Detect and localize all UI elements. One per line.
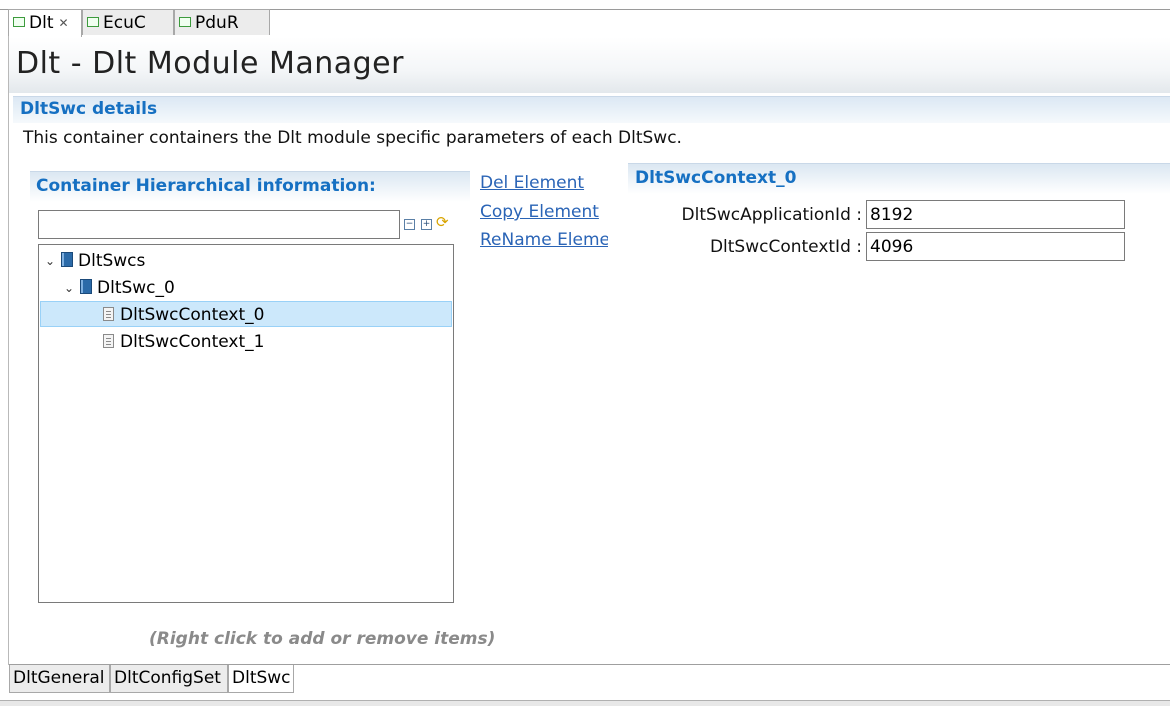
chevron-down-icon[interactable]: ⌄ [64,275,74,301]
document-icon [103,333,114,348]
container-tree[interactable]: ⌄ DltSwcs ⌄ DltSwc_0 DltSwcContext_0 DltSw… [38,244,454,603]
editor-tab-pdur[interactable]: PduR [174,9,270,35]
details-title: DltSwcContext_0 [635,168,797,188]
copy-element-link[interactable]: Copy Element [480,202,599,222]
tree-item-dltswccontext-1[interactable]: DltSwcContext_1 [103,329,264,355]
container-book-icon [61,252,73,267]
tree-filter-input[interactable] [38,210,400,239]
page-tab-dltconfigset[interactable]: DltConfigSet [110,665,228,693]
section-title: DltSwc details [20,99,158,119]
rename-element-link[interactable]: ReName Element [480,230,608,250]
document-icon [103,306,114,321]
section-header-band [13,96,1170,123]
section-description: This container containers the Dlt module… [23,128,682,148]
tree-item-dltswc-0[interactable]: ⌄ DltSwc_0 [64,275,175,301]
editor-tab-dlt[interactable]: Dlt ✕ [8,9,82,37]
module-file-icon [87,16,99,27]
application-id-input[interactable] [866,200,1125,229]
tree-hint-text: (Right click to add or remove items) [149,629,496,649]
refresh-icon[interactable]: ⟳ [436,215,449,230]
container-book-icon [80,279,92,294]
expand-all-icon[interactable]: + [421,219,432,230]
context-id-input[interactable] [866,232,1125,261]
module-file-icon [13,16,25,27]
rename-element-clip: ReName Element [480,230,608,256]
application-id-label: DltSwcApplicationId : [681,205,862,225]
chevron-down-icon[interactable]: ⌄ [45,248,55,274]
hierarchy-title: Container Hierarchical information: [36,176,376,196]
close-tab-icon[interactable]: ✕ [58,16,68,30]
page-title: Dlt - Dlt Module Manager [16,46,404,81]
tree-item-dltswcs[interactable]: ⌄ DltSwcs [45,248,145,274]
collapse-all-icon[interactable]: − [404,219,415,230]
context-id-label: DltSwcContextId : [709,237,862,257]
page-tab-dltswc[interactable]: DltSwc [228,665,294,693]
del-element-link[interactable]: Del Element [480,173,584,193]
tree-item-dltswccontext-0[interactable]: DltSwcContext_0 [40,301,452,327]
editor-tab-ecuc[interactable]: EcuC [82,9,174,35]
page-tab-dltgeneral[interactable]: DltGeneral [9,665,110,693]
module-file-icon [179,16,191,27]
editor-left-border [8,36,9,665]
status-strip [0,700,1170,706]
